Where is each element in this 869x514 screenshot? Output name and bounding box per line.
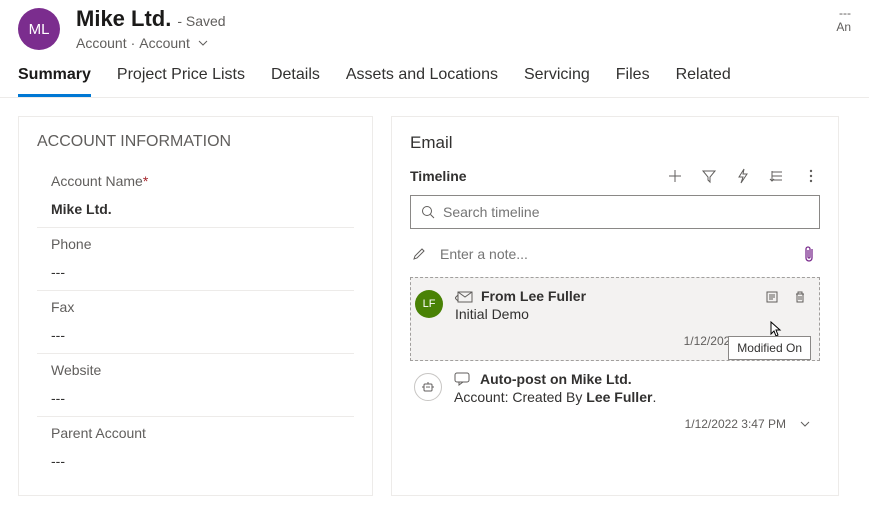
record-header: ML Mike Ltd. - Saved Account · Account -… xyxy=(0,0,869,56)
plus-icon[interactable] xyxy=(666,167,684,185)
account-info-panel: ACCOUNT INFORMATION Account Name* Mike L… xyxy=(18,116,373,496)
search-input[interactable] xyxy=(443,204,809,220)
filter-icon[interactable] xyxy=(700,167,718,185)
field-value: --- xyxy=(51,453,340,469)
item-title: From Lee Fuller xyxy=(481,288,586,304)
delete-icon[interactable] xyxy=(791,288,809,306)
pencil-icon xyxy=(412,247,426,261)
timeline-label: Timeline xyxy=(410,168,467,184)
tab-bar: Summary Project Price Lists Details Asse… xyxy=(0,56,869,98)
sort-icon[interactable] xyxy=(768,167,786,185)
tab-details[interactable]: Details xyxy=(271,66,320,97)
form-type-label[interactable]: Account xyxy=(139,35,190,51)
field-value: Mike Ltd. xyxy=(51,201,340,217)
field-value: --- xyxy=(51,390,340,406)
tab-assets-locations[interactable]: Assets and Locations xyxy=(346,66,498,97)
field-account-name[interactable]: Account Name* Mike Ltd. xyxy=(37,165,354,228)
post-icon xyxy=(454,372,472,386)
timeline-panel: Email Timeline xyxy=(391,116,839,496)
search-icon xyxy=(421,205,435,219)
field-value: --- xyxy=(51,327,340,343)
note-input[interactable] xyxy=(440,246,786,262)
field-parent-account[interactable]: Parent Account --- xyxy=(37,417,354,479)
timeline-item-email[interactable]: LF From Lee Fuller Initial Demo 1/12/202… xyxy=(410,277,820,361)
item-subtitle: Initial Demo xyxy=(455,306,813,322)
tab-servicing[interactable]: Servicing xyxy=(524,66,590,97)
section-title-account-info: ACCOUNT INFORMATION xyxy=(37,133,354,151)
open-record-icon[interactable] xyxy=(763,288,781,306)
tab-files[interactable]: Files xyxy=(616,66,650,97)
entity-label: Account xyxy=(76,35,127,51)
header-right: --- An xyxy=(836,6,851,34)
search-timeline[interactable] xyxy=(410,195,820,229)
field-fax[interactable]: Fax --- xyxy=(37,291,354,354)
field-value: --- xyxy=(51,264,340,280)
section-title-email: Email xyxy=(410,133,820,153)
tooltip-modified-on: Modified On xyxy=(728,336,811,360)
item-subtitle: Account: Created By Lee Fuller. xyxy=(454,389,814,405)
attach-icon[interactable] xyxy=(800,245,818,263)
tab-summary[interactable]: Summary xyxy=(18,66,91,97)
field-website[interactable]: Website --- xyxy=(37,354,354,417)
note-row[interactable] xyxy=(410,241,820,277)
item-avatar-system xyxy=(414,373,442,401)
timeline-item-autopost[interactable]: Auto-post on Mike Ltd. Account: Created … xyxy=(410,361,820,443)
item-avatar: LF xyxy=(415,290,443,318)
saved-status: - Saved xyxy=(177,13,225,29)
tab-project-price-lists[interactable]: Project Price Lists xyxy=(117,66,245,97)
chevron-down-icon[interactable] xyxy=(796,415,814,433)
avatar: ML xyxy=(18,8,60,50)
more-icon[interactable] xyxy=(802,167,820,185)
chevron-down-icon[interactable] xyxy=(194,34,212,52)
item-title: Auto-post on Mike Ltd. xyxy=(480,371,632,387)
item-date: 1/12/2022 3:47 PM xyxy=(685,417,786,431)
lightning-icon[interactable] xyxy=(734,167,752,185)
page-title: Mike Ltd. xyxy=(76,6,171,32)
field-phone[interactable]: Phone --- xyxy=(37,228,354,291)
email-reply-icon xyxy=(455,289,473,303)
tab-related[interactable]: Related xyxy=(676,66,731,97)
